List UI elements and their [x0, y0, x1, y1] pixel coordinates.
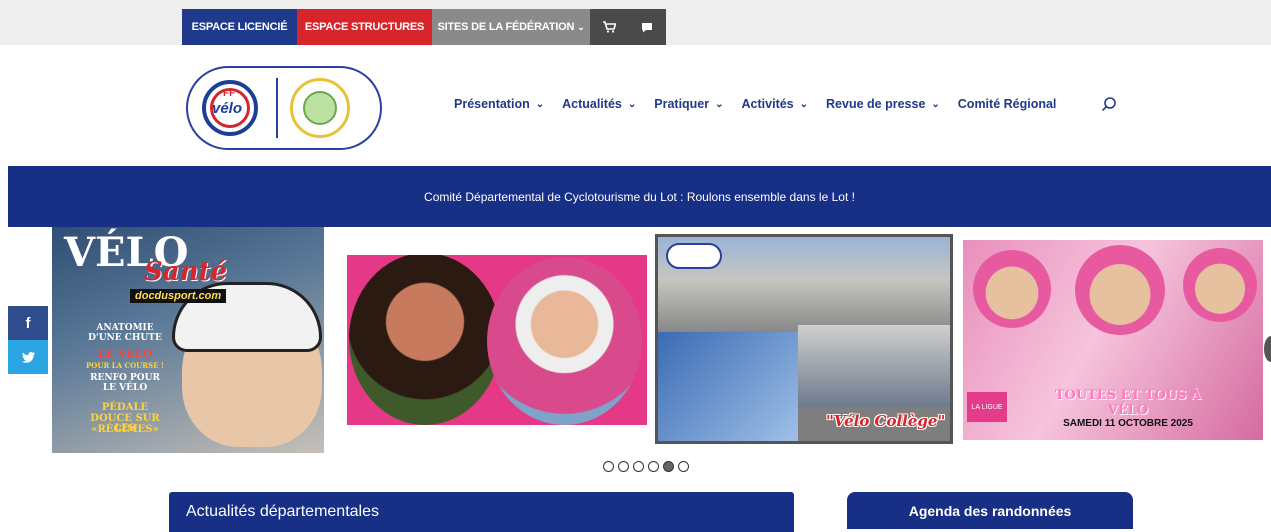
carousel-slide-velo-college[interactable]: "Vélo Collège": [655, 234, 953, 444]
velo-college-label: "Vélo Collège": [826, 412, 946, 430]
search-icon[interactable]: [1101, 96, 1117, 112]
chevron-down-icon: ⌄: [577, 21, 585, 32]
magazine-line: ANATOMIE: [96, 323, 154, 333]
magazine-brand: docdusport.com: [130, 289, 227, 303]
carousel-slide-velo-sante[interactable]: VÉLO Santé docdusport.com ANATOMIE D'UNE…: [52, 227, 324, 453]
shopping-cart-icon: [602, 21, 616, 33]
students-photo: [798, 325, 950, 407]
espace-licencie-button[interactable]: ESPACE LICENCIÉ: [182, 9, 297, 45]
espace-structures-button[interactable]: ESPACE STRUCTURES: [297, 9, 432, 45]
magazine-line: LE VÉLO: [97, 347, 153, 360]
chevron-down-icon: ⌄: [931, 98, 940, 110]
bicycle-emblem-icon: [303, 91, 337, 125]
ffvelo-logo-text: vélo: [212, 100, 243, 117]
nav-item-label: Actualités: [562, 97, 622, 111]
rider-image: [1183, 248, 1257, 322]
chevron-down-icon: ⌄: [799, 98, 809, 110]
chevron-down-icon: ⌄: [627, 98, 637, 110]
codep-logo: [290, 78, 350, 138]
carousel-dot[interactable]: [678, 461, 689, 472]
event-date: SAMEDI 11 OCTOBRE 2025: [1063, 418, 1193, 429]
nav-item-label: Revue de presse: [826, 97, 926, 111]
magazine-line: LE VÉLO: [102, 383, 148, 393]
nav-item-label: Pratiquer: [654, 97, 710, 111]
portrait-cyclist-image: [487, 257, 642, 425]
nav-item-label: Activités: [741, 97, 794, 111]
chat-button[interactable]: [628, 9, 666, 45]
nav-item-revue-de-presse[interactable]: Revue de presse ⌄: [826, 97, 940, 111]
twitter-share-button[interactable]: [8, 340, 48, 374]
nav-item-label: Présentation: [454, 97, 530, 111]
event-headline: TOUTES ET TOUS À VÉLO: [1054, 388, 1202, 418]
agenda-randonnees-button[interactable]: Agenda des randonnées: [847, 492, 1133, 529]
carousel-dots: [603, 461, 689, 472]
chevron-down-icon: ⌄: [535, 98, 545, 110]
brochure-photo: [658, 332, 798, 441]
magazine-line: RENFO POUR: [90, 373, 160, 383]
logo-divider: [276, 78, 278, 138]
twitter-icon: [21, 351, 35, 363]
facebook-share-button[interactable]: f: [8, 306, 48, 340]
chevron-down-icon: ⌄: [715, 98, 724, 110]
carousel-next-arrow[interactable]: [1264, 336, 1271, 362]
news-section-label: Actualités départementales: [186, 503, 379, 520]
carousel-slide-octobre-rose[interactable]: LA LIGUE TOUTES ET TOUS À VÉLO SAMEDI 11…: [963, 240, 1263, 440]
sites-federation-label: SITES DE LA FÉDÉRATION: [437, 21, 575, 33]
cart-button[interactable]: [590, 9, 628, 45]
magazine-line: POUR LA COURSE !: [85, 361, 164, 370]
magazine-line: «RÉGIMES»: [91, 424, 159, 435]
nav-item-label: Comité Régional: [957, 97, 1057, 111]
magazine-line: PÉDALE: [101, 402, 149, 413]
nav-item-pratiquer[interactable]: Pratiquer ⌄: [654, 97, 723, 111]
main-nav: Présentation ⌄ Actualités ⌄ Pratiquer ⌄ Act…: [454, 97, 1056, 111]
rider-image: [1075, 245, 1165, 335]
nav-item-comite-regional[interactable]: Comité Régional: [958, 97, 1057, 111]
tagline-text: Comité Départemental de Cyclotourisme du…: [424, 189, 855, 204]
carousel-dot[interactable]: [603, 461, 614, 472]
nav-item-activites[interactable]: Activités ⌄: [742, 97, 809, 111]
agenda-label: Agenda des randonnées: [908, 502, 1072, 519]
chat-bubble-icon: [642, 22, 652, 32]
tagline-banner: Comité Départemental de Cyclotourisme du…: [8, 166, 1271, 227]
carousel-dot[interactable]: [648, 461, 659, 472]
news-section-title: Actualités départementales: [169, 492, 794, 532]
nav-item-presentation[interactable]: Présentation ⌄: [454, 97, 544, 111]
ffvelo-logo-ff: FF: [223, 88, 236, 99]
magazine-line: D'UNE CHUTE: [88, 333, 162, 343]
carousel-dot[interactable]: [633, 461, 644, 472]
carousel-dot[interactable]: [618, 461, 629, 472]
carousel-slide-portraits[interactable]: [347, 255, 647, 425]
magazine-subtitle: Santé: [144, 257, 228, 287]
ffvelo-logo: FF vélo: [202, 80, 258, 136]
site-logo[interactable]: FF vélo: [186, 66, 382, 150]
carousel-dot-active[interactable]: [663, 461, 674, 472]
nav-item-actualites[interactable]: Actualités ⌄: [562, 97, 636, 111]
la-ligue-logo: LA LIGUE: [967, 392, 1007, 422]
sites-federation-button[interactable]: SITES DE LA FÉDÉRATION ⌄: [432, 9, 590, 45]
rider-image: [973, 250, 1051, 328]
ffvelo-badge-icon: [666, 243, 722, 269]
facebook-icon: f: [25, 314, 31, 332]
event-caption: TOUTES ET TOUS À VÉLO SAMEDI 11 OCTOBRE …: [1038, 388, 1218, 429]
portrait-woman-image: [349, 255, 501, 425]
